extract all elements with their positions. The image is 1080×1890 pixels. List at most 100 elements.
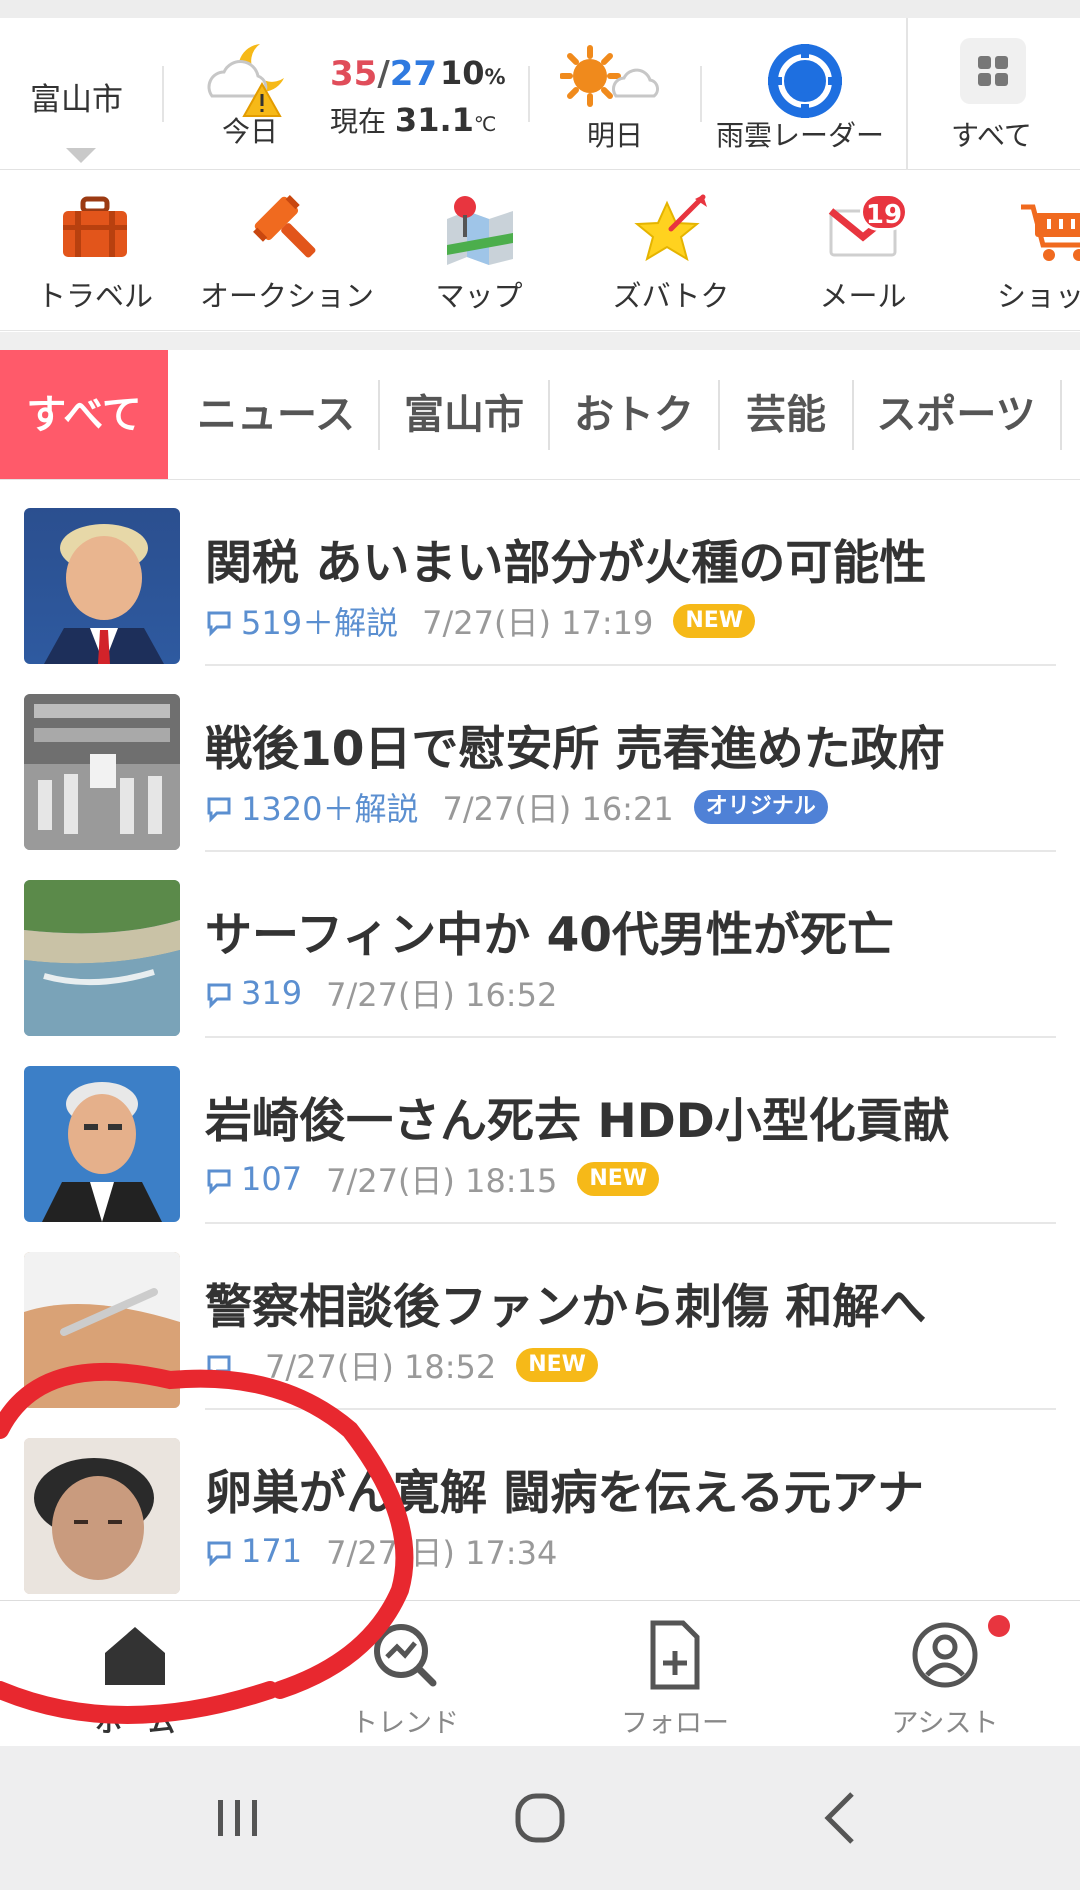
service-travel[interactable]: トラベル [0,171,190,330]
tomorrow-label[interactable]: 明日 [587,114,643,154]
city-dropdown-arrow-icon[interactable] [66,148,96,163]
tab-toyama[interactable]: 富山市 [382,350,546,479]
tab-entertainment[interactable]: 芸能 [722,350,850,479]
news-item[interactable]: サーフィン中か 40代男性が死亡 319 7/27(日) 16:52 [0,852,1080,1038]
news-thumbnail [24,1066,180,1222]
nav-label: アシスト [891,1708,999,1739]
service-mail[interactable]: メール [768,171,958,330]
current-prefix: 現在 [330,105,387,138]
status-strip [0,0,1080,18]
tab-news[interactable]: ニュース [176,350,376,479]
comment-icon [207,1169,231,1195]
today-label[interactable]: 今日 [222,110,278,150]
follow-icon [650,1620,700,1690]
trend-icon [374,1624,437,1687]
comment-count: 319 [241,974,303,1012]
news-time: 7/27(日) 18:52 [265,1348,497,1386]
news-headline: サーフィン中か 40代男性が死亡 [205,908,895,963]
city-selector[interactable]: 富山市 [30,74,123,119]
news-headline: 岩崎俊一さん死去 HDD小型化貢献 [205,1094,950,1149]
star-arrow-icon [634,194,707,262]
service-label: トラベル [36,279,153,313]
nav-label: トレンド [351,1708,459,1739]
news-headline: 戦後10日で慰安所 売春進めた政府 [205,722,945,777]
news-time: 7/27(日) 17:19 [422,604,654,642]
comment-count: 519＋解説 [241,604,399,642]
divider [528,66,530,122]
comment-count: 1320＋解説 [241,790,419,828]
nav-label: ホーム [94,1708,176,1739]
nav-assist[interactable]: アシスト [810,1601,1080,1747]
suitcase-icon [63,196,127,257]
tab-divider [1060,380,1062,450]
comment-icon [207,983,231,1009]
service-label: オークション [199,279,374,313]
bottom-navigation: ホーム トレンド フォロー アシスト [0,1600,1080,1746]
service-shortcuts: トラベル オークション マップ ズバトク メール 19 ショ [0,171,1080,331]
comment-icon [207,1355,231,1381]
back-icon[interactable] [806,1782,878,1854]
news-thumbnail [24,694,180,850]
service-auction[interactable]: オークション [192,171,382,330]
tab-sports[interactable]: スポーツ [856,350,1056,479]
nav-home[interactable]: ホーム [0,1601,270,1747]
divider [162,66,164,122]
service-label: ズバトク [612,279,730,313]
news-meta: 107 7/27(日) 18:15 NEW [205,1156,660,1202]
news-item[interactable]: 卵巣がん寛解 闘病を伝える元アナ 171 7/27(日) 17:34 [0,1410,1080,1596]
section-gap [0,332,1080,350]
today-temps[interactable]: 35/27 [330,54,437,94]
news-meta: 171 7/27(日) 17:34 [205,1528,557,1574]
all-services-button[interactable] [960,38,1026,104]
new-badge: NEW [673,604,756,638]
news-time: 7/27(日) 17:34 [326,1534,558,1572]
current-temp: 現在 31.1℃ [330,100,496,140]
comment-icon [207,797,231,823]
notification-dot [988,1615,1010,1637]
home-circle-icon[interactable] [504,1782,576,1854]
news-thumbnail [24,1438,180,1594]
news-time: 7/27(日) 16:21 [442,790,674,828]
mail-unread-badge: 19 [860,193,908,231]
rain-unit: % [484,65,506,89]
news-headline: 卵巣がん寛解 闘病を伝える元アナ [205,1466,925,1521]
news-item[interactable]: 警察相談後ファンから刺傷 和解へ 7/27(日) 18:52 NEW [0,1224,1080,1410]
grid-icon [978,56,1008,86]
rain-value: 10 [440,54,485,92]
nav-label: フォロー [621,1708,729,1739]
assist-icon [912,1622,978,1688]
tab-deals[interactable]: おトク [552,350,716,479]
recent-apps-icon[interactable] [202,1782,274,1854]
new-badge: NEW [516,1348,598,1382]
news-item[interactable]: 戦後10日で慰安所 売春進めた政府 1320＋解説 7/27(日) 16:21 … [0,666,1080,852]
news-item[interactable]: 岩崎俊一さん死去 HDD小型化貢献 107 7/27(日) 18:15 NEW [0,1038,1080,1224]
nav-follow[interactable]: フォロー [540,1601,810,1747]
news-meta: 519＋解説 7/27(日) 17:19 NEW [205,598,756,644]
sun-cloud-icon[interactable] [560,44,670,124]
news-headline: 警察相談後ファンから刺傷 和解へ [205,1280,927,1335]
service-map[interactable]: マップ [384,171,574,330]
news-meta: 319 7/27(日) 16:52 [205,970,557,1016]
news-meta: 7/27(日) 18:52 NEW [205,1342,598,1388]
new-badge: NEW [577,1162,660,1196]
low-temp: 27 [389,54,438,94]
news-meta: 1320＋解説 7/27(日) 16:21 オリジナル [205,784,828,830]
original-badge: オリジナル [693,790,828,824]
service-label: ショッピ [996,279,1080,313]
gavel-icon [253,195,316,258]
service-shopping[interactable]: ショッピ [960,171,1080,330]
nav-trend[interactable]: トレンド [270,1601,540,1747]
comment-count: 107 [241,1160,303,1198]
news-item[interactable]: 関税 あいまい部分が火種の可能性 519＋解説 7/27(日) 17:19 NE… [0,480,1080,666]
category-tabs: すべて ニュース 富山市 おトク 芸能 スポーツ [0,350,1080,480]
service-zubatoku[interactable]: ズバトク [576,171,766,330]
weather-bar: 富山市 今日 35/27 10% 現在 31.1℃ 明日 雨雲レーダー すべて [0,18,1080,170]
rain-radar-icon[interactable] [766,42,844,120]
current-value: 31.1 [394,101,474,139]
service-label: メール [819,279,907,313]
all-services-label[interactable]: すべて [951,114,1032,154]
rain-radar-label[interactable]: 雨雲レーダー [716,114,884,154]
map-pin-icon [447,196,513,265]
tab-all[interactable]: すべて [0,350,168,479]
tab-divider [718,380,720,450]
